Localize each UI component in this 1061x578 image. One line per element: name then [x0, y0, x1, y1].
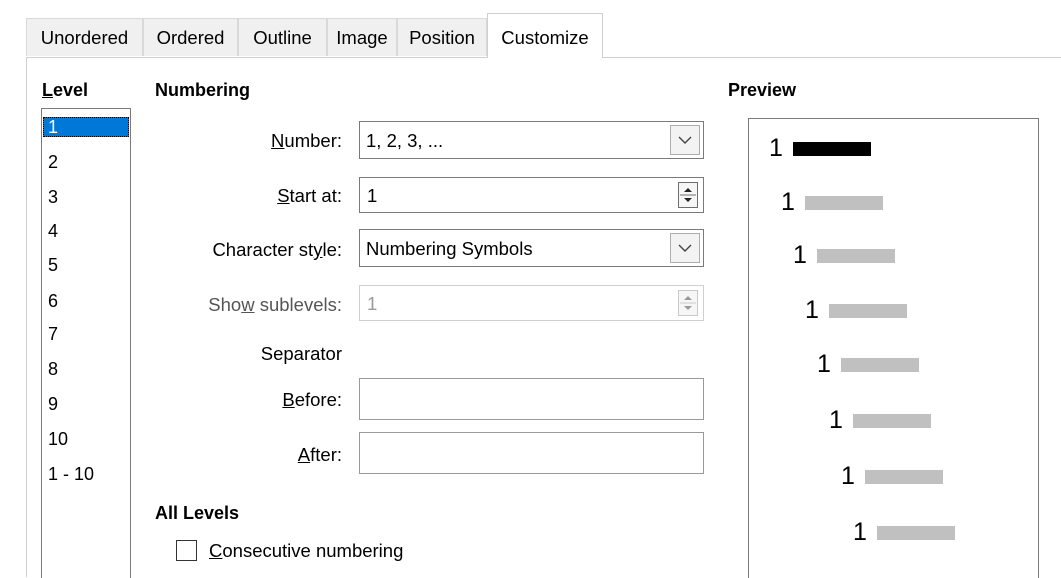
number-value: 1, 2, 3, ...	[366, 130, 444, 151]
show-sublevels-spinner[interactable]: 1	[359, 285, 704, 321]
number-label: Number:	[271, 130, 342, 151]
preview-line-bar	[841, 358, 919, 372]
spin-up-down-icon[interactable]	[678, 290, 698, 316]
before-input[interactable]	[359, 378, 704, 420]
tab-image[interactable]: Image	[327, 18, 397, 56]
preview-number: 1	[805, 296, 819, 324]
chevron-down-icon[interactable]	[670, 125, 700, 155]
tab-ordered[interactable]: Ordered	[143, 18, 238, 56]
preview-number: 1	[853, 518, 867, 546]
tab-outline[interactable]: Outline	[238, 18, 327, 56]
before-label: Before:	[282, 389, 342, 410]
preview-line-bar	[805, 196, 883, 210]
tab-position[interactable]: Position	[397, 18, 487, 56]
all-levels-title: All Levels	[155, 503, 240, 523]
preview-number: 1	[841, 462, 855, 490]
preview-line-bar	[829, 304, 907, 318]
show-sublevels-value: 1	[367, 293, 378, 314]
preview-line-bar	[877, 526, 955, 540]
after-label: After:	[297, 444, 342, 465]
show-sublevels-label: Show sublevels:	[208, 294, 342, 315]
number-combo[interactable]: 1, 2, 3, ...	[359, 121, 704, 159]
preview-number: 1	[781, 188, 795, 216]
preview-number: 1	[793, 241, 807, 269]
spin-up-down-icon[interactable]	[678, 182, 698, 208]
level-item[interactable]: 1 - 10	[48, 464, 94, 484]
preview-line-bar	[817, 249, 895, 263]
level-item[interactable]: 7	[48, 324, 58, 344]
tab-customize[interactable]: Customize	[487, 13, 603, 58]
numbering-title: Numbering	[155, 80, 251, 100]
tab-bar: Unordered Ordered Outline Image Position…	[0, 0, 1061, 58]
preview-number: 1	[817, 350, 831, 378]
preview-line-bar	[853, 414, 931, 428]
character-style-combo[interactable]: Numbering Symbols	[359, 229, 704, 267]
preview-line-bar	[865, 470, 943, 484]
character-style-label: Character style:	[212, 239, 342, 260]
separator-label: Separator	[260, 343, 342, 364]
after-input[interactable]	[359, 432, 704, 474]
start-at-label: Start at:	[277, 185, 342, 206]
preview-line-bar	[793, 142, 871, 156]
preview-number: 1	[769, 134, 783, 162]
consecutive-numbering-label[interactable]: Consecutive numbering	[209, 540, 403, 562]
checkbox-unchecked-icon[interactable]	[176, 540, 197, 561]
preview-panel: 1 1 1 1 1 1 1 1	[748, 118, 1039, 578]
character-style-value: Numbering Symbols	[366, 238, 533, 259]
level-item[interactable]: 4	[48, 221, 58, 241]
start-at-value: 1	[367, 185, 378, 206]
level-title: Level	[42, 80, 89, 100]
start-at-spinner[interactable]: 1	[359, 177, 704, 213]
preview-number: 1	[829, 406, 843, 434]
level-item[interactable]: 2	[48, 152, 58, 172]
preview-title: Preview	[728, 80, 797, 100]
chevron-down-icon[interactable]	[670, 233, 700, 263]
tab-unordered[interactable]: Unordered	[26, 18, 143, 56]
